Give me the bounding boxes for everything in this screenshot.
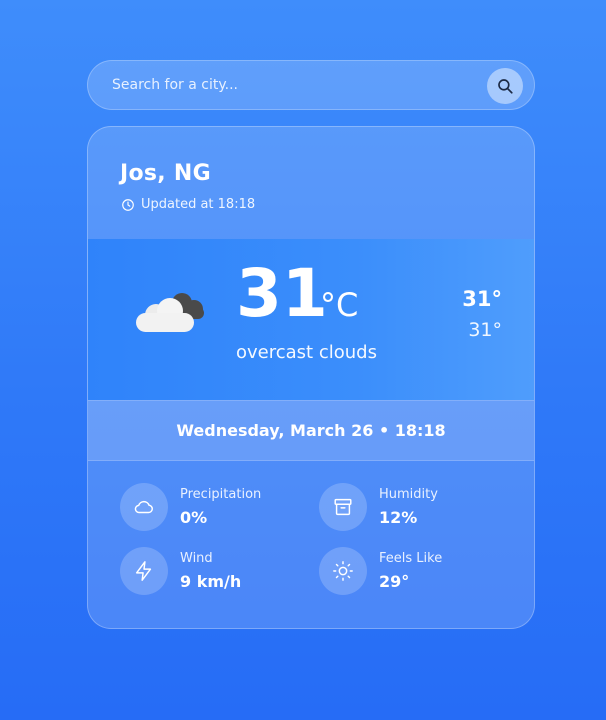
stat-label: Precipitation (180, 487, 262, 502)
stat-precipitation: Precipitation 0% (120, 483, 261, 531)
date-time-label: Wednesday, March 26 • 18:18 (176, 421, 446, 440)
search-bar (87, 60, 535, 110)
cloud-icon (120, 483, 168, 531)
low-temperature: 31° (468, 319, 502, 341)
high-temperature: 31° (462, 287, 502, 311)
sun-icon (319, 547, 367, 595)
date-time-bar: Wednesday, March 26 • 18:18 (88, 400, 534, 461)
stat-label: Feels Like (379, 551, 443, 566)
location-title: Jos, NG (120, 161, 211, 186)
stat-humidity: Humidity 12% (319, 483, 438, 531)
stat-label: Wind (180, 551, 213, 566)
search-icon (498, 79, 513, 94)
updated-time: Updated at 18:18 (121, 197, 255, 212)
stat-value: 9 km/h (180, 572, 242, 591)
weather-card: Jos, NG Updated at 18:18 31 °C overcast … (87, 126, 535, 629)
temperature-unit: °C (320, 286, 359, 324)
stat-wind: Wind 9 km/h (120, 547, 241, 595)
stat-label: Humidity (379, 487, 438, 502)
current-temperature: 31 (236, 255, 328, 332)
archive-box-icon (319, 483, 367, 531)
stat-feels-like: Feels Like 29° (319, 547, 442, 595)
current-weather: 31 °C overcast clouds 31° 31° (88, 239, 534, 400)
search-input[interactable] (88, 60, 534, 110)
weather-description: overcast clouds (236, 342, 377, 363)
lightning-icon (120, 547, 168, 595)
overcast-clouds-icon (134, 287, 208, 341)
stat-value: 12% (379, 508, 418, 527)
search-button[interactable] (487, 68, 523, 104)
stat-value: 0% (180, 508, 208, 527)
stat-value: 29° (379, 572, 410, 591)
updated-label: Updated at 18:18 (141, 197, 256, 212)
clock-icon (121, 198, 135, 212)
